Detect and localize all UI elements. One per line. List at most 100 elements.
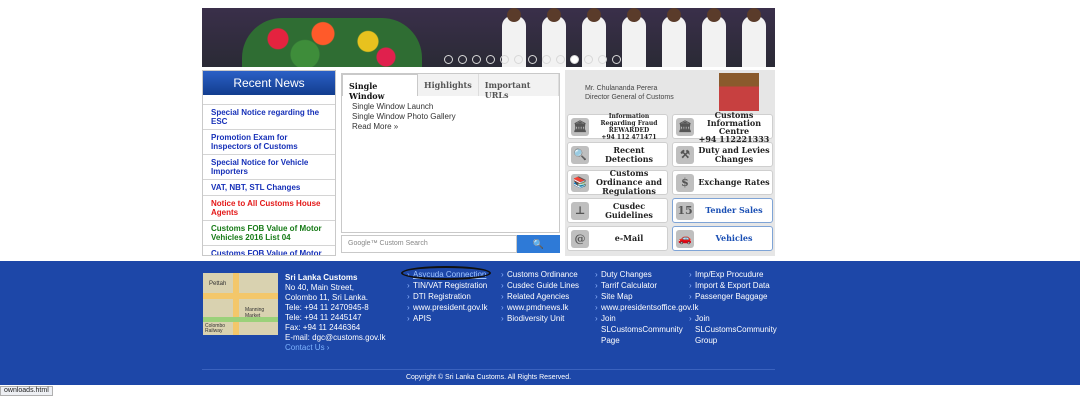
tarrif-calculator-link[interactable]: Tarrif Calculator [595, 280, 685, 291]
news-item[interactable]: VAT, NBT, STL Changes [203, 180, 335, 196]
slider-dot[interactable] [542, 55, 551, 64]
map-road [203, 293, 278, 299]
fraud-info-button[interactable]: 🏛 Information Regarding Fraud REWARDED +… [567, 112, 668, 141]
join-community-group-link[interactable]: Join SLCustomsCommunity Group [689, 313, 781, 346]
person-figure [622, 8, 646, 67]
books-icon: 📚 [571, 174, 589, 192]
slider-dot[interactable] [444, 55, 453, 64]
footer: Pettah Manning Market Colombo Railway Sr… [0, 261, 1080, 385]
slider-dot[interactable] [486, 55, 495, 64]
news-item[interactable]: Special Notice regarding the ESC [203, 105, 335, 130]
info-centre-label: Customs Information [706, 109, 762, 128]
slider-dot[interactable] [612, 55, 621, 64]
cusdec-guidelines-button[interactable]: ⊥ Cusdec Guidelines [567, 198, 668, 223]
join-community-page-link[interactable]: Join SLCustomsCommunity Page [595, 313, 685, 346]
magnifier-icon: 🔍 [571, 146, 589, 164]
single-window-launch-link[interactable]: Single Window Launch [352, 102, 549, 112]
slider-dot[interactable] [458, 55, 467, 64]
recent-news-list[interactable]: Special Notice regarding the ESC Promotio… [203, 95, 335, 255]
address-line: Colombo 11, Sri Lanka. [285, 293, 369, 302]
fraud-label: Information Regarding Fraud [600, 112, 658, 127]
contact-us-link[interactable]: Contact Us › [285, 343, 403, 353]
at-sign-icon: @ [571, 230, 589, 248]
imp-exp-procedure-link[interactable]: Imp/Exp Procudure [689, 269, 781, 280]
vehicles-label: Vehicles [715, 233, 753, 243]
single-window-gallery-link[interactable]: Single Window Photo Gallery [352, 112, 549, 122]
exchange-rates-button[interactable]: $ Exchange Rates [672, 170, 773, 195]
site-map-link[interactable]: Site Map [595, 291, 685, 302]
exchange-rates-label: Exchange Rates [698, 177, 770, 187]
dti-registration-link[interactable]: DTI Registration [407, 291, 499, 302]
building-icon: 🏛 [571, 118, 589, 136]
slider-dot[interactable] [514, 55, 523, 64]
tab-important-urls[interactable]: Important URLs [479, 74, 559, 100]
news-item[interactable]: Promotion Exam for Inspectors of Customs [203, 130, 335, 155]
news-item[interactable]: Customs FOB Value of Motor [203, 246, 335, 255]
cusdec-guidelines-label: Cusdec Guidelines [605, 200, 653, 220]
status-bar: ownloads.html [0, 386, 53, 396]
tender-sales-button[interactable]: 15 Tender Sales [672, 198, 773, 223]
email-label: e-Mail [614, 233, 644, 243]
news-item[interactable]: Notice to All Customs House Agents [203, 196, 335, 221]
calendar-icon: 15 [676, 202, 694, 220]
location-map[interactable]: Pettah Manning Market Colombo Railway [203, 273, 278, 335]
customs-ordinance-button[interactable]: 📚 Customs Ordinance and Regulations [567, 168, 668, 196]
org-name: Sri Lanka Customs [285, 273, 358, 282]
flower-arrangement-image [242, 18, 422, 67]
dg-name: Mr. Chulananda Perera [585, 85, 658, 92]
footer-links-col-3: Duty Changes Tarrif Calculator Site Map … [595, 269, 699, 346]
dg-title: Director General of Customs [585, 94, 674, 101]
dg-photo [719, 73, 759, 111]
biodiversity-unit-link[interactable]: Biodiversity Unit [501, 313, 593, 324]
read-more-link[interactable]: Read More » [352, 122, 549, 132]
recent-news-title: Recent News [203, 71, 335, 95]
slider-dot[interactable] [528, 55, 537, 64]
recent-detections-label: Recent Detections [604, 144, 654, 164]
copyright: Copyright © Sri Lanka Customs. All Right… [202, 369, 775, 381]
passenger-baggage-link[interactable]: Passenger Baggage [689, 291, 781, 302]
page: Recent News Special Notice regarding the… [0, 0, 1080, 396]
quick-links-panel: Mr. Chulananda Perera Director General o… [565, 70, 775, 256]
news-item[interactable]: Customs FOB Value of Motor Vehicles 2016… [203, 221, 335, 246]
recent-news-panel: Recent News Special Notice regarding the… [202, 70, 336, 256]
slider-dot[interactable] [584, 55, 593, 64]
slider-dots [444, 55, 621, 64]
slider-dot[interactable] [598, 55, 607, 64]
fraud-rewarded: REWARDED [608, 126, 650, 134]
pmdnews-link[interactable]: www.pmdnews.lk [501, 302, 593, 313]
presidentsoffice-link[interactable]: www.presidentsoffice.gov.lk [595, 302, 699, 313]
duty-levies-button[interactable]: ⚒ Duty and Levies Changes [672, 142, 773, 167]
apis-link[interactable]: APIS [407, 313, 499, 324]
search-button[interactable]: 🔍 [517, 235, 560, 253]
slider-dot[interactable] [556, 55, 565, 64]
import-export-data-link[interactable]: Import & Export Data [689, 280, 781, 291]
tab-bar: Single Window Highlights Important URLs [342, 74, 559, 101]
tab-single-window[interactable]: Single Window [342, 74, 419, 101]
search-icon: 🔍 [532, 239, 545, 249]
customs-ordinance-link[interactable]: Customs Ordinance [501, 269, 593, 280]
tab-highlights[interactable]: Highlights [418, 74, 479, 96]
hero-slider[interactable] [202, 8, 775, 67]
footer-links-col-2: Customs Ordinance Cusdec Guide Lines Rel… [501, 269, 593, 324]
phone-line: Tele: +94 11 2445147 [285, 313, 362, 322]
annotation-circle [401, 266, 491, 280]
person-figure [702, 8, 726, 67]
vehicles-button[interactable]: 🚗 Vehicles [672, 226, 773, 251]
search-input[interactable]: Google™ Custom Search [341, 235, 517, 253]
email-button[interactable]: @ e-Mail [567, 226, 668, 251]
slider-dot[interactable] [500, 55, 509, 64]
customs-info-centre-button[interactable]: 🏛 Customs Information Centre +94 1122213… [672, 109, 773, 143]
news-item[interactable]: Special Notice for Vehicle Importers [203, 155, 335, 180]
slider-dot[interactable] [472, 55, 481, 64]
tin-vat-registration-link[interactable]: TIN/VAT Registration [407, 280, 499, 291]
recent-detections-button[interactable]: 🔍 Recent Detections [567, 142, 668, 167]
map-label-manning: Manning Market [245, 307, 265, 319]
president-link[interactable]: www.president.gov.lk [407, 302, 499, 313]
customs-ordinance-label: Customs Ordinance and Regulations [596, 168, 662, 196]
related-agencies-link[interactable]: Related Agencies [501, 291, 593, 302]
news-item-partial [203, 95, 335, 105]
slider-dot[interactable] [570, 55, 579, 64]
duty-changes-link[interactable]: Duty Changes [595, 269, 685, 280]
cusdec-guide-lines-link[interactable]: Cusdec Guide Lines [501, 280, 593, 291]
building-icon: 🏛 [676, 118, 694, 136]
